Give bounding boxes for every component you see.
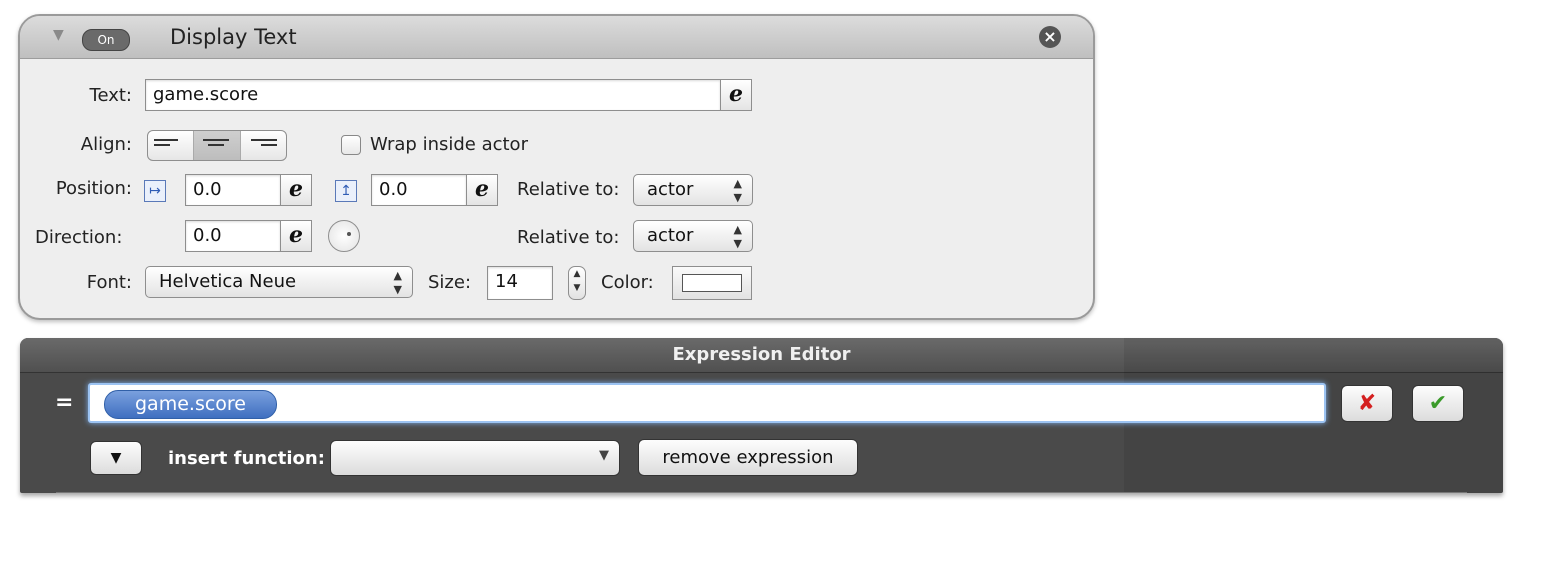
direction-field[interactable]: 0.0 [185,220,281,252]
wrap-label: Wrap inside actor [370,134,528,155]
x-icon: ✘ [1357,391,1377,416]
expression-input[interactable]: game.score [88,383,1326,423]
text-expression-button[interactable]: e [720,79,752,111]
position-relative-label: Relative to: [517,179,620,200]
align-left-icon [154,139,180,152]
position-relative-select[interactable]: actor ▲ ▼ [633,174,753,206]
updown-arrows-icon: ▲ ▼ [733,177,742,204]
align-right-button[interactable] [241,131,286,160]
insert-function-label: insert function: [168,448,325,469]
position-x-expression-button[interactable]: e [280,174,312,206]
position-relative-value: actor [647,179,694,200]
editor-divider [56,492,1467,493]
size-stepper[interactable]: ▲ ▼ [568,266,586,300]
color-label: Color: [601,272,654,293]
position-y-icon: ↥ [335,180,357,202]
behavior-header: ▼ On Display Text × [20,16,1093,59]
direction-label: Direction: [35,227,123,248]
direction-dial[interactable] [328,220,360,252]
checkmark-icon: ✔ [1428,391,1448,416]
chevron-down-icon: ▼ [110,450,122,466]
position-y-field[interactable]: 0.0 [371,174,467,206]
cancel-button[interactable]: ✘ [1341,385,1393,422]
direction-relative-label: Relative to: [517,227,620,248]
display-text-behavior-panel: ▼ On Display Text × Text: game.score e A… [18,14,1095,320]
align-center-icon [203,139,230,152]
remove-expression-button[interactable]: remove expression [638,439,858,476]
wrap-checkbox[interactable] [341,135,361,155]
position-label: Position: [55,178,132,199]
updown-arrows-icon: ▲ ▼ [393,269,402,296]
dial-indicator-icon [347,232,351,236]
align-label: Align: [80,134,132,155]
updown-arrows-icon: ▲ ▼ [733,223,742,250]
color-swatch [682,274,742,292]
font-select[interactable]: Helvetica Neue ▲ ▼ [145,266,413,298]
direction-relative-value: actor [647,225,694,246]
behavior-title: Display Text [170,25,297,49]
size-field[interactable]: 14 [487,266,553,300]
align-right-icon [250,139,277,152]
position-x-icon: ↦ [144,180,166,202]
direction-relative-select[interactable]: actor ▲ ▼ [633,220,753,252]
expression-editor: Expression Editor = game.score ✘ ✔ ▼ ins… [20,338,1503,493]
on-toggle-button[interactable]: On [82,29,130,51]
disclosure-triangle-icon[interactable]: ▼ [53,27,64,43]
direction-expression-button[interactable]: e [280,220,312,252]
color-well[interactable] [672,266,752,300]
size-label: Size: [428,272,472,293]
insert-function-select[interactable]: ▼ [330,440,620,476]
text-field[interactable]: game.score [145,79,721,111]
font-label: Font: [86,272,132,293]
align-left-button[interactable] [148,131,195,160]
attribute-browser-button[interactable]: ▼ [90,441,142,475]
equals-sign: = [55,390,74,415]
position-x-field[interactable]: 0.0 [185,174,281,206]
font-value: Helvetica Neue [159,271,297,292]
align-segmented-control [147,130,287,161]
close-icon[interactable]: × [1039,26,1061,48]
text-label: Text: [89,85,132,106]
chevron-down-icon: ▼ [599,448,609,463]
confirm-button[interactable]: ✔ [1412,385,1464,422]
position-y-expression-button[interactable]: e [466,174,498,206]
align-center-button[interactable] [194,131,241,160]
attribute-token[interactable]: game.score [104,390,277,419]
